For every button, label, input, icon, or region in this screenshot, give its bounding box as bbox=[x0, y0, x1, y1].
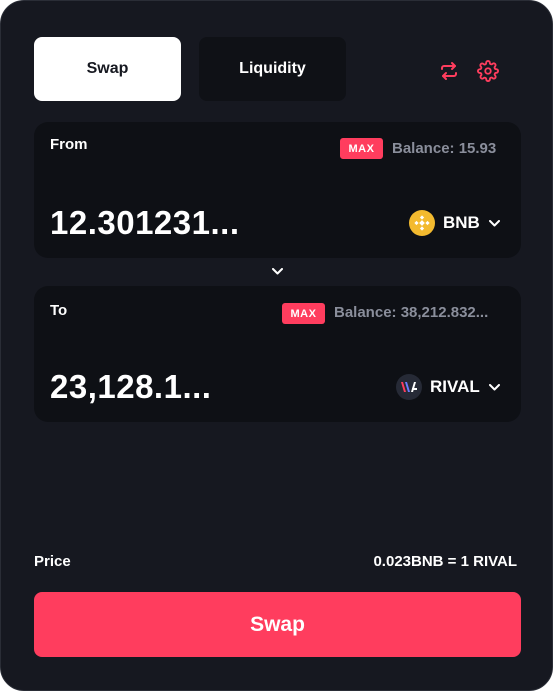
to-token-symbol: RIVAL bbox=[430, 377, 480, 396]
tab-liquidity-label: Liquidity bbox=[239, 60, 306, 77]
flip-direction-button[interactable] bbox=[269, 264, 285, 278]
to-amount-input[interactable]: 23,128.1... bbox=[50, 368, 211, 406]
to-max-button[interactable]: MAX bbox=[282, 303, 325, 324]
rival-icon bbox=[396, 374, 422, 400]
bnb-icon bbox=[409, 210, 435, 236]
tab-liquidity[interactable]: Liquidity bbox=[199, 37, 346, 101]
to-label: To bbox=[50, 302, 68, 319]
from-balance: Balance: 15.93 bbox=[392, 140, 497, 157]
to-token-select[interactable]: RIVAL bbox=[396, 374, 500, 400]
price-value: 0.023BNB = 1 RIVAL bbox=[373, 553, 517, 570]
refresh-icon[interactable] bbox=[437, 59, 461, 83]
from-token-select[interactable]: BNB bbox=[409, 210, 500, 236]
to-card: To MAX Balance: 38,212.832... 23,128.1..… bbox=[34, 286, 521, 422]
from-token-symbol: BNB bbox=[443, 213, 480, 232]
tab-swap[interactable]: Swap bbox=[34, 37, 181, 101]
from-amount-input[interactable]: 12.301231... bbox=[50, 204, 240, 242]
swap-panel: Swap Liquidity From MAX Balance: 15.93 1… bbox=[0, 0, 553, 691]
chevron-down-icon bbox=[271, 262, 283, 280]
tab-swap-label: Swap bbox=[86, 60, 129, 77]
from-max-button[interactable]: MAX bbox=[340, 138, 383, 159]
gear-icon[interactable] bbox=[476, 59, 500, 83]
chevron-down-icon bbox=[488, 219, 500, 227]
chevron-down-icon bbox=[488, 383, 500, 391]
from-card: From MAX Balance: 15.93 12.301231... BNB bbox=[34, 122, 521, 258]
price-label: Price bbox=[34, 553, 71, 570]
from-label: From bbox=[50, 136, 88, 153]
swap-button-label: Swap bbox=[250, 612, 305, 636]
to-balance: Balance: 38,212.832... bbox=[334, 304, 489, 321]
swap-button[interactable]: Swap bbox=[34, 592, 521, 657]
